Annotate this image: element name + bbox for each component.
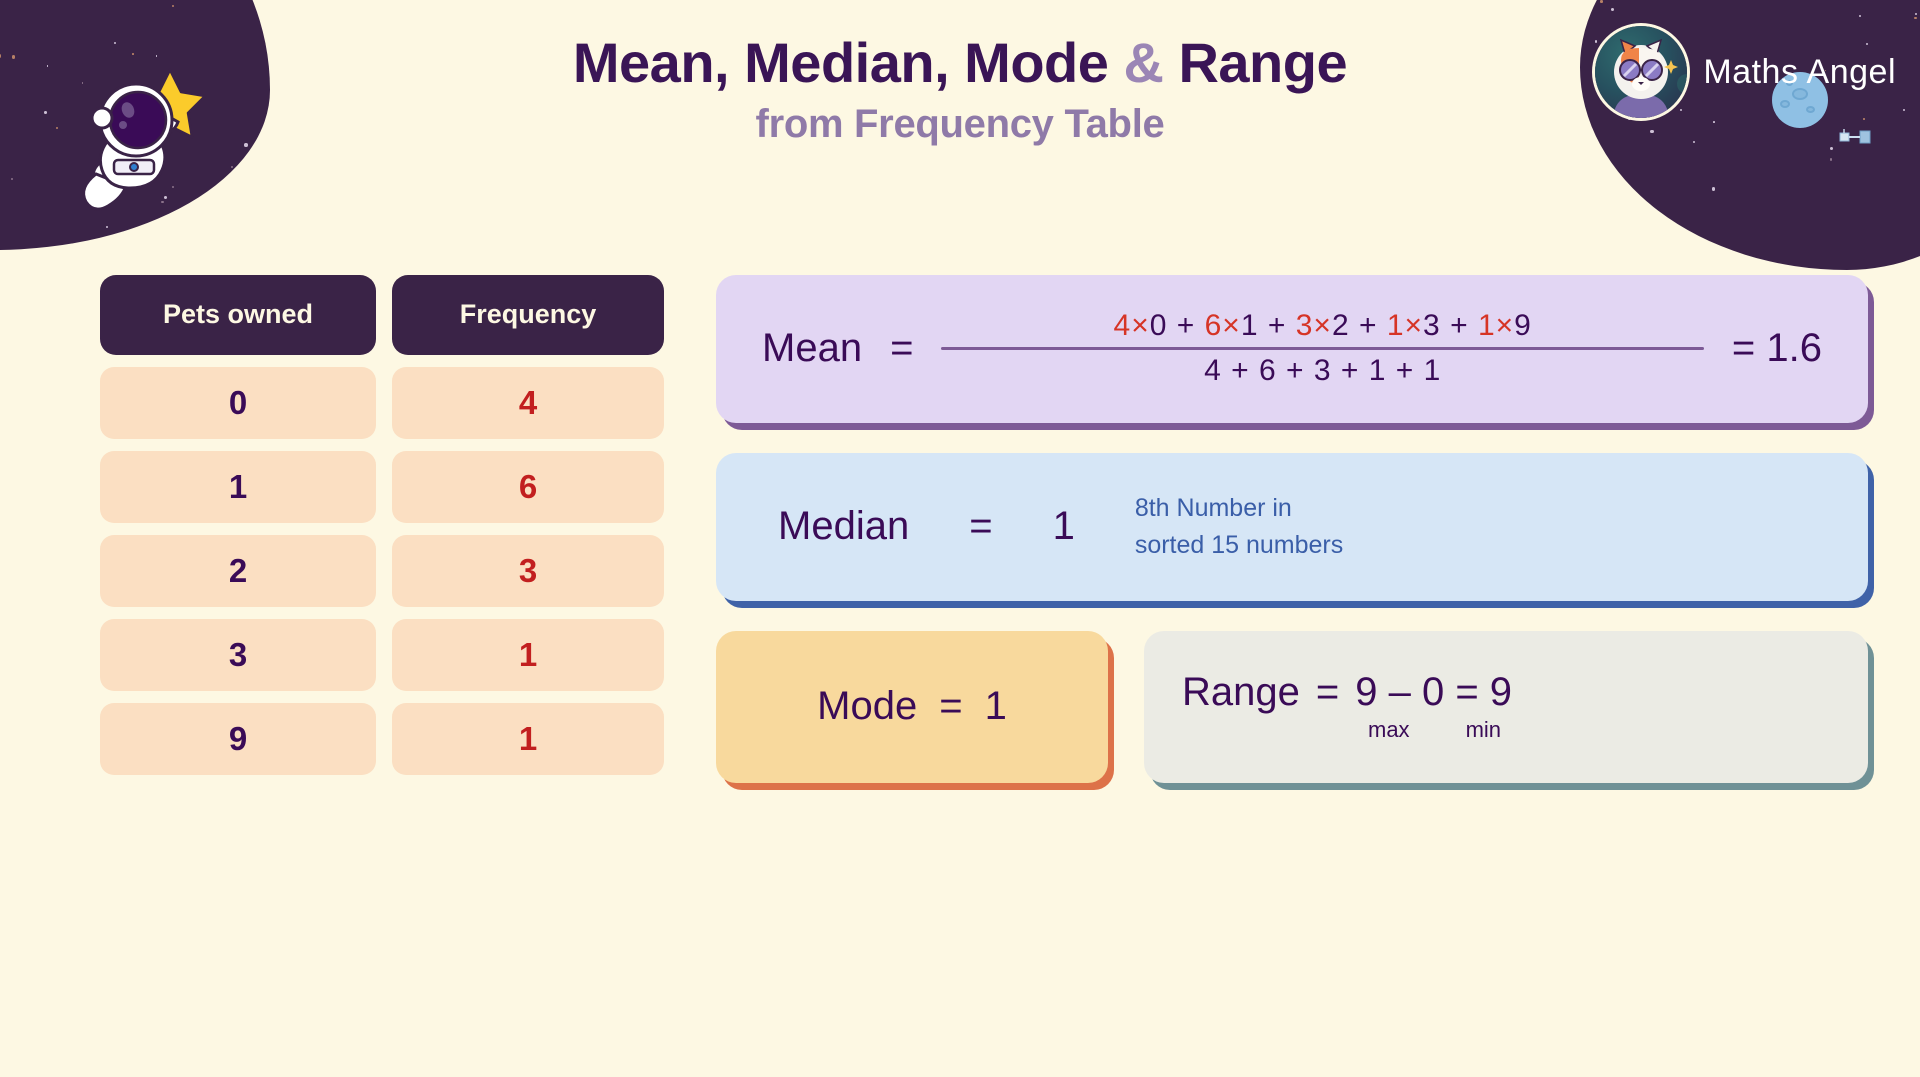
range-card: Range = 9 – 0 = 9 max min: [1144, 631, 1868, 783]
table-row: 1: [100, 451, 376, 523]
range-tags: max min: [1368, 717, 1512, 743]
table-row: 2: [100, 535, 376, 607]
mean-term-times: ×: [1313, 309, 1332, 342]
title-part-1: Mean, Median, Mode: [573, 31, 1124, 94]
median-equals-sign: =: [969, 504, 992, 549]
brand: Maths Angel: [1595, 26, 1896, 118]
mean-term-freq: 3: [1296, 309, 1314, 342]
table-row: 0: [100, 367, 376, 439]
main-content: Pets owned 0 1 2 3 9 Frequency 4 6 3 1 1…: [0, 147, 1920, 783]
table-row: 3: [392, 535, 664, 607]
table-column-frequency: Frequency 4 6 3 1 1: [392, 275, 664, 775]
mean-equals-sign: =: [890, 326, 913, 371]
mode-card: Mode = 1: [716, 631, 1108, 783]
brand-name: Maths Angel: [1703, 53, 1896, 92]
median-note: 8th Number in sorted 15 numbers: [1135, 490, 1343, 563]
fox-astronaut-logo-icon: [1595, 26, 1687, 118]
bottom-card-row: Mode = 1 Range = 9 – 0 = 9 max min: [716, 631, 1868, 783]
mean-denominator: 4 + 6 + 3 + 1 + 1: [1204, 350, 1441, 392]
mean-term-value: 0: [1150, 309, 1168, 342]
title-part-2: Range: [1163, 31, 1347, 94]
range-equals-sign: =: [1316, 670, 1339, 715]
range-equation: Range = 9 – 0 = 9: [1182, 670, 1512, 715]
mean-numerator: 4×0 + 6×1 + 3×2 + 1×3 + 1×9: [1114, 305, 1532, 347]
table-header-pets-owned: Pets owned: [100, 275, 376, 355]
table-row: 6: [392, 451, 664, 523]
table-row: 1: [392, 619, 664, 691]
median-card: Median = 1 8th Number in sorted 15 numbe…: [716, 453, 1868, 601]
mean-term-freq: 4: [1114, 309, 1132, 342]
mean-fraction: 4×0 + 6×1 + 3×2 + 1×3 + 1×9 4 + 6 + 3 + …: [941, 305, 1704, 392]
mean-term-freq: 1: [1387, 309, 1405, 342]
mean-label: Mean: [762, 326, 862, 371]
results-panel: Mean = 4×0 + 6×1 + 3×2 + 1×3 + 1×9 4 + 6…: [716, 275, 1868, 783]
table-row: 3: [100, 619, 376, 691]
mean-term-value: 2: [1332, 309, 1350, 342]
table-row: 1: [392, 703, 664, 775]
range-label: Range: [1182, 670, 1300, 715]
mean-term-times: ×: [1405, 309, 1424, 342]
mean-term-value: 1: [1241, 309, 1259, 342]
mean-card: Mean = 4×0 + 6×1 + 3×2 + 1×3 + 1×9 4 + 6…: [716, 275, 1868, 423]
mode-equals-sign: =: [939, 684, 962, 729]
median-label: Median: [778, 504, 909, 549]
mean-term-times: ×: [1222, 309, 1241, 342]
range-expression: 9 – 0 = 9: [1355, 670, 1512, 715]
mode-label: Mode: [817, 684, 917, 729]
range-max-tag: max: [1368, 717, 1410, 743]
table-row: 9: [100, 703, 376, 775]
title-ampersand: &: [1123, 31, 1163, 94]
range-min-tag: min: [1466, 717, 1501, 743]
table-row: 4: [392, 367, 664, 439]
table-header-frequency: Frequency: [392, 275, 664, 355]
mean-term-value: 9: [1514, 309, 1532, 342]
mean-term-times: ×: [1131, 309, 1150, 342]
range-body: Range = 9 – 0 = 9 max min: [1182, 670, 1512, 743]
table-column-pets-owned: Pets owned 0 1 2 3 9: [100, 275, 376, 775]
mode-value: 1: [985, 684, 1007, 729]
median-value: 1: [1053, 504, 1075, 549]
frequency-table: Pets owned 0 1 2 3 9 Frequency 4 6 3 1 1: [100, 275, 664, 775]
mean-term-freq: 6: [1205, 309, 1223, 342]
mean-term-freq: 1: [1478, 309, 1496, 342]
mean-result: = 1.6: [1732, 326, 1822, 371]
mean-term-times: ×: [1496, 309, 1515, 342]
mean-term-value: 3: [1423, 309, 1441, 342]
